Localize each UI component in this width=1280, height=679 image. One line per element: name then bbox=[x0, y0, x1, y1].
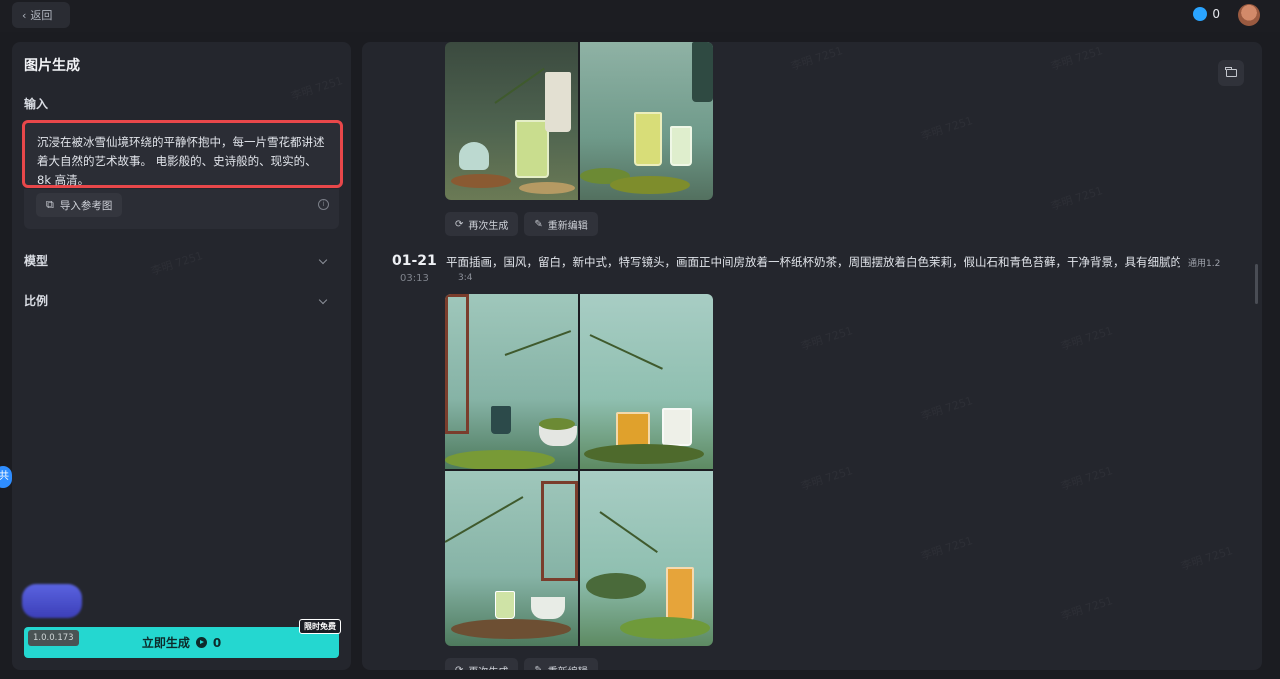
generation-panel: 图片生成 输入 沉浸在被冰雪仙境环绕的平静怀抱中，每一片雪花都讲述着大自然的艺术… bbox=[12, 42, 351, 670]
result-prompt: 平面插画，国风，留白，新中式，特写镜头，画面正中间房放着一杯纸杯奶茶，周围摆放着… bbox=[446, 255, 1180, 269]
result-image[interactable] bbox=[580, 42, 713, 200]
reedit-button[interactable]: ✎ 重新编辑 bbox=[524, 212, 598, 236]
user-avatar[interactable] bbox=[1238, 4, 1260, 26]
regenerate-label: 再次生成 bbox=[468, 220, 509, 232]
folder-icon bbox=[1225, 67, 1237, 77]
refresh-icon: ⟳ bbox=[455, 218, 464, 230]
pencil-icon: ✎ bbox=[534, 218, 543, 230]
regenerate-button[interactable]: ⟳ 再次生成 bbox=[445, 658, 519, 671]
folder-button[interactable] bbox=[1218, 60, 1244, 86]
regenerate-label: 再次生成 bbox=[468, 663, 508, 671]
ratio-tag: 3:4 bbox=[458, 273, 473, 283]
credit-icon bbox=[1193, 7, 1208, 21]
input-label: 输入 bbox=[24, 97, 49, 111]
result-image[interactable] bbox=[445, 42, 578, 200]
result-actions: ⟳ 再次生成 ✎ 重新编辑 bbox=[445, 658, 598, 670]
import-reference-label: 导入参考图 bbox=[59, 199, 113, 212]
generate-button[interactable]: 1.0.0.173 立即生成 0 限时免费 bbox=[24, 619, 341, 658]
scrollbar[interactable] bbox=[1255, 264, 1258, 304]
chevron-left-icon: ‹ bbox=[22, 8, 27, 22]
result-image-grid[interactable] bbox=[445, 42, 713, 200]
back-button[interactable]: ‹ 返回 bbox=[12, 2, 70, 28]
ratio-section[interactable]: 比例 bbox=[24, 290, 330, 310]
play-icon bbox=[195, 637, 207, 648]
result-time: 03:13 bbox=[400, 273, 429, 284]
ratio-label: 比例 bbox=[24, 293, 49, 308]
top-bar: ‹ 返回 0 bbox=[0, 0, 1280, 32]
model-label: 模型 bbox=[24, 253, 49, 268]
credits-display[interactable]: 0 bbox=[1193, 7, 1220, 21]
result-image[interactable] bbox=[445, 471, 578, 646]
image-icon: ⧉ bbox=[46, 198, 54, 211]
chevron-down-icon bbox=[318, 255, 328, 265]
reedit-label: 重新编辑 bbox=[547, 220, 588, 232]
result-date: 01-21 bbox=[392, 253, 437, 269]
prompt-input[interactable]: 沉浸在被冰雪仙境环绕的平静怀抱中，每一片雪花都讲述着大自然的艺术故事。 电影般的… bbox=[22, 120, 343, 188]
result-image-grid[interactable] bbox=[445, 294, 713, 646]
generate-label: 立即生成 bbox=[141, 636, 190, 650]
version-tag: 1.0.0.173 bbox=[28, 630, 79, 646]
back-label: 返回 bbox=[30, 9, 53, 22]
free-badge: 限时免费 bbox=[299, 619, 341, 634]
prompt-toolbar: ⧉ 导入参考图 i bbox=[24, 189, 339, 229]
reedit-label: 重新编辑 bbox=[548, 663, 588, 671]
blurred-overlay bbox=[22, 584, 82, 618]
import-reference-button[interactable]: ⧉ 导入参考图 bbox=[36, 193, 123, 217]
generate-cost: 0 bbox=[212, 635, 222, 650]
reedit-button[interactable]: ✎ 重新编辑 bbox=[524, 658, 598, 671]
result-actions: ⟳ 再次生成 ✎ 重新编辑 bbox=[445, 212, 598, 236]
pencil-icon: ✎ bbox=[534, 664, 543, 671]
panel-title: 图片生成 bbox=[24, 58, 80, 74]
result-image[interactable] bbox=[580, 471, 713, 646]
result-image[interactable] bbox=[445, 294, 578, 469]
results-panel: ⟳ 再次生成 ✎ 重新编辑 01-21 03:13 平面插画，国风，留白，新中式… bbox=[362, 42, 1262, 670]
side-floating-tab[interactable]: 共 bbox=[0, 466, 12, 488]
info-icon[interactable]: i bbox=[318, 199, 329, 210]
refresh-icon: ⟳ bbox=[455, 664, 464, 671]
result-image[interactable] bbox=[580, 294, 713, 469]
credits-count: 0 bbox=[1212, 7, 1220, 21]
model-tag: 通用1.2 bbox=[1188, 259, 1221, 269]
chevron-down-icon bbox=[318, 295, 328, 305]
model-section[interactable]: 模型 bbox=[24, 250, 330, 270]
regenerate-button[interactable]: ⟳ 再次生成 bbox=[445, 212, 519, 236]
